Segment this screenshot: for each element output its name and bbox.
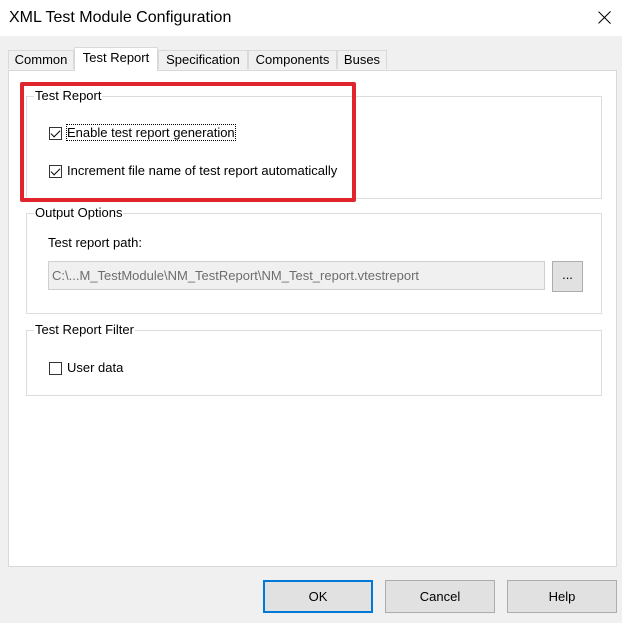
user-data-label[interactable]: User data [67,360,123,375]
test-report-filter-group-label: Test Report Filter [34,322,135,337]
tab-components[interactable]: Components [248,50,337,69]
cancel-button[interactable]: Cancel [385,580,495,613]
help-button[interactable]: Help [507,580,617,613]
report-path-label: Test report path: [48,235,142,250]
report-path-input[interactable]: C:\...M_TestModule\NM_TestReport\NM_Test… [48,261,545,290]
window-title: XML Test Module Configuration [9,9,232,26]
output-options-group-label: Output Options [34,205,124,220]
close-icon[interactable] [596,8,614,26]
tab-common[interactable]: Common [8,50,74,69]
tab-test-report[interactable]: Test Report [74,47,158,71]
browse-button[interactable]: ... [552,261,583,292]
title-bar: XML Test Module Configuration [0,0,622,36]
tab-specification[interactable]: Specification [158,50,248,69]
ok-button[interactable]: OK [263,580,373,613]
tab-buses[interactable]: Buses [337,50,387,69]
user-data-checkbox[interactable] [49,362,62,375]
highlight-box [20,82,356,202]
